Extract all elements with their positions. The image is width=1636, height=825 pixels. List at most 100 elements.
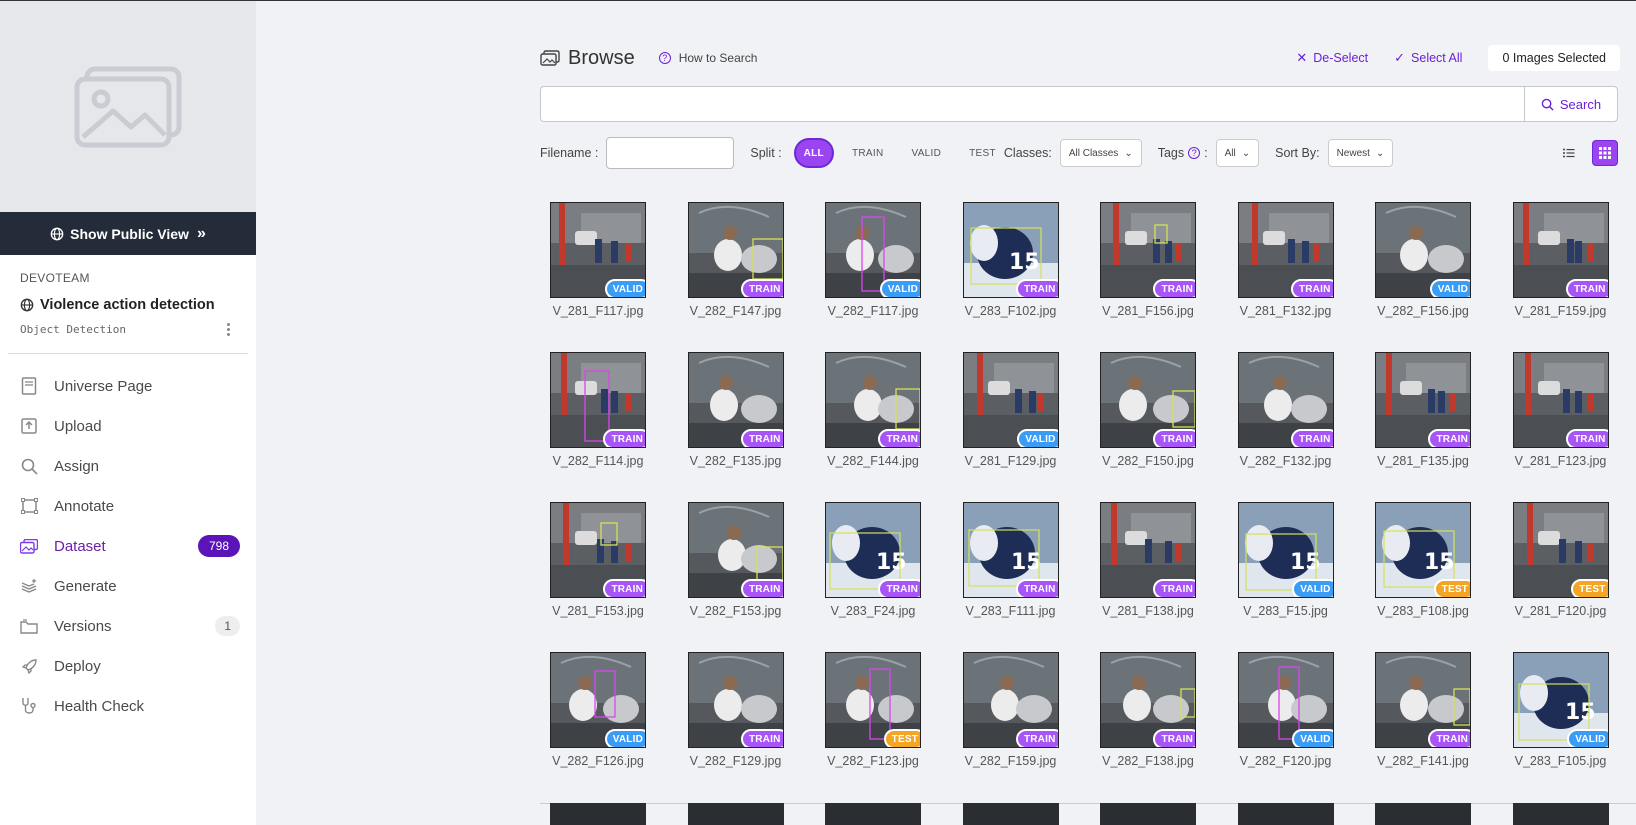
image-thumbnail-next-row[interactable]: [825, 803, 921, 825]
image-card[interactable]: TRAIN V_281_F123.jpg: [1512, 352, 1609, 502]
image-thumbnail-next-row[interactable]: [1512, 803, 1609, 825]
image-card[interactable]: TEST V_281_F120.jpg: [1512, 502, 1609, 652]
image-thumbnail[interactable]: VALID: [1237, 652, 1334, 748]
image-thumbnail[interactable]: TRAIN: [1375, 652, 1471, 748]
image-card[interactable]: 15 TRAIN V_283_F24.jpg: [825, 502, 921, 652]
image-card[interactable]: TEST V_282_F123.jpg: [825, 652, 921, 802]
sidebar-item-generate[interactable]: Generate: [0, 566, 256, 606]
deselect-button[interactable]: ✕ De-Select: [1296, 50, 1368, 66]
image-thumbnail[interactable]: TRAIN: [687, 202, 784, 298]
image-thumbnail[interactable]: VALID: [550, 202, 646, 298]
image-thumbnail[interactable]: TRAIN: [687, 652, 784, 748]
tags-dropdown[interactable]: All ⌄: [1215, 139, 1260, 167]
image-thumbnail[interactable]: TRAIN: [550, 352, 646, 448]
tags-help-icon[interactable]: ?: [1188, 147, 1201, 159]
image-thumbnail-next-row[interactable]: [1375, 803, 1471, 825]
image-card[interactable]: 15 TRAIN V_283_F102.jpg: [962, 202, 1059, 352]
image-thumbnail[interactable]: TRAIN: [1100, 652, 1196, 748]
select-all-button[interactable]: ✓ Select All: [1394, 50, 1462, 66]
image-thumbnail[interactable]: 15 TRAIN: [962, 202, 1059, 298]
image-card[interactable]: VALID V_282_F156.jpg: [1375, 202, 1471, 352]
image-card[interactable]: TRAIN V_282_F159.jpg: [962, 652, 1059, 802]
split-test-button[interactable]: TEST: [955, 138, 1004, 168]
search-input[interactable]: [540, 86, 1524, 122]
grid-view-button[interactable]: [1592, 140, 1618, 166]
image-thumbnail[interactable]: TRAIN: [1100, 502, 1196, 598]
image-card[interactable]: TRAIN V_281_F159.jpg: [1512, 202, 1609, 352]
image-card[interactable]: TRAIN V_282_F147.jpg: [687, 202, 784, 352]
image-thumbnail-next-row[interactable]: [550, 803, 646, 825]
image-card[interactable]: 15 TRAIN V_283_F111.jpg: [962, 502, 1059, 652]
image-thumbnail[interactable]: VALID: [962, 352, 1059, 448]
image-thumbnail[interactable]: 15 TRAIN: [962, 502, 1059, 598]
image-thumbnail[interactable]: TEST: [825, 652, 921, 748]
project-title[interactable]: Violence action detection: [20, 295, 236, 315]
image-card[interactable]: TRAIN V_282_F150.jpg: [1100, 352, 1196, 502]
filename-input[interactable]: [606, 137, 735, 169]
image-thumbnail[interactable]: TRAIN: [1237, 352, 1334, 448]
image-card[interactable]: 15 TEST V_283_F108.jpg: [1375, 502, 1471, 652]
show-public-view-button[interactable]: Show Public View »: [0, 212, 256, 255]
image-card[interactable]: TRAIN V_282_F141.jpg: [1375, 652, 1471, 802]
image-card[interactable]: 15 VALID V_283_F15.jpg: [1237, 502, 1334, 652]
image-card[interactable]: TRAIN V_282_F132.jpg: [1237, 352, 1334, 502]
image-thumbnail[interactable]: TRAIN: [687, 352, 784, 448]
classes-dropdown[interactable]: All Classes ⌄: [1059, 139, 1142, 167]
how-to-search-link[interactable]: ? How to Search: [655, 51, 757, 65]
image-card[interactable]: TRAIN V_281_F132.jpg: [1237, 202, 1334, 352]
image-card[interactable]: VALID V_281_F117.jpg: [550, 202, 646, 352]
image-thumbnail[interactable]: 15 VALID: [1512, 652, 1609, 748]
image-card[interactable]: VALID V_282_F126.jpg: [550, 652, 646, 802]
image-thumbnail[interactable]: TRAIN: [1512, 352, 1609, 448]
sidebar-item-dataset[interactable]: Dataset 798: [0, 526, 256, 566]
image-thumbnail-next-row[interactable]: [962, 803, 1059, 825]
image-thumbnail[interactable]: TRAIN: [687, 502, 784, 598]
image-thumbnail[interactable]: TRAIN: [825, 352, 921, 448]
image-card[interactable]: TRAIN V_282_F114.jpg: [550, 352, 646, 502]
image-card[interactable]: TRAIN V_282_F153.jpg: [687, 502, 784, 652]
image-thumbnail-next-row[interactable]: [1237, 803, 1334, 825]
image-card[interactable]: TRAIN V_281_F153.jpg: [550, 502, 646, 652]
image-thumbnail[interactable]: VALID: [1375, 202, 1471, 298]
image-card[interactable]: 15 VALID V_283_F105.jpg: [1512, 652, 1609, 802]
image-thumbnail[interactable]: TRAIN: [550, 502, 646, 598]
image-thumbnail[interactable]: 15 TEST: [1375, 502, 1471, 598]
search-button[interactable]: Search: [1524, 86, 1618, 122]
sort-dropdown[interactable]: Newest ⌄: [1327, 139, 1394, 167]
image-card[interactable]: TRAIN V_282_F144.jpg: [825, 352, 921, 502]
image-card[interactable]: TRAIN V_281_F135.jpg: [1375, 352, 1471, 502]
image-thumbnail[interactable]: VALID: [550, 652, 646, 748]
more-options-icon[interactable]: [220, 321, 236, 337]
split-train-button[interactable]: TRAIN: [838, 138, 898, 168]
sidebar-item-annotate[interactable]: Annotate: [0, 486, 256, 526]
sidebar-item-versions[interactable]: Versions 1: [0, 606, 256, 646]
image-thumbnail[interactable]: TRAIN: [1375, 352, 1471, 448]
image-card[interactable]: TRAIN V_282_F138.jpg: [1100, 652, 1196, 802]
image-card[interactable]: VALID V_281_F129.jpg: [962, 352, 1059, 502]
image-thumbnail[interactable]: TRAIN: [962, 652, 1059, 748]
image-card[interactable]: TRAIN V_281_F138.jpg: [1100, 502, 1196, 652]
image-thumbnail-next-row[interactable]: [687, 803, 784, 825]
image-thumbnail[interactable]: TRAIN: [1512, 202, 1609, 298]
image-thumbnail[interactable]: VALID: [825, 202, 921, 298]
image-thumbnail[interactable]: 15 VALID: [1237, 502, 1334, 598]
image-thumbnail[interactable]: 15 TRAIN: [825, 502, 921, 598]
sidebar-item-deploy[interactable]: Deploy: [0, 646, 256, 686]
image-thumbnail[interactable]: TEST: [1512, 502, 1609, 598]
image-thumbnail-next-row[interactable]: [1100, 803, 1196, 825]
image-thumbnail[interactable]: TRAIN: [1100, 352, 1196, 448]
sidebar-item-upload[interactable]: Upload: [0, 406, 256, 446]
image-thumbnail[interactable]: TRAIN: [1100, 202, 1196, 298]
image-card[interactable]: TRAIN V_282_F129.jpg: [687, 652, 784, 802]
sidebar-item-assign[interactable]: Assign: [0, 446, 256, 486]
sidebar-item-health-check[interactable]: Health Check: [0, 686, 256, 726]
split-all-button[interactable]: ALL: [793, 138, 834, 168]
image-card[interactable]: VALID V_282_F117.jpg: [825, 202, 921, 352]
sidebar-item-universe-page[interactable]: Universe Page: [0, 366, 256, 406]
split-valid-button[interactable]: VALID: [897, 138, 955, 168]
list-view-button[interactable]: [1556, 140, 1582, 166]
image-card[interactable]: TRAIN V_281_F156.jpg: [1100, 202, 1196, 352]
image-card[interactable]: TRAIN V_282_F135.jpg: [687, 352, 784, 502]
image-card[interactable]: VALID V_282_F120.jpg: [1237, 652, 1334, 802]
image-thumbnail[interactable]: TRAIN: [1237, 202, 1334, 298]
